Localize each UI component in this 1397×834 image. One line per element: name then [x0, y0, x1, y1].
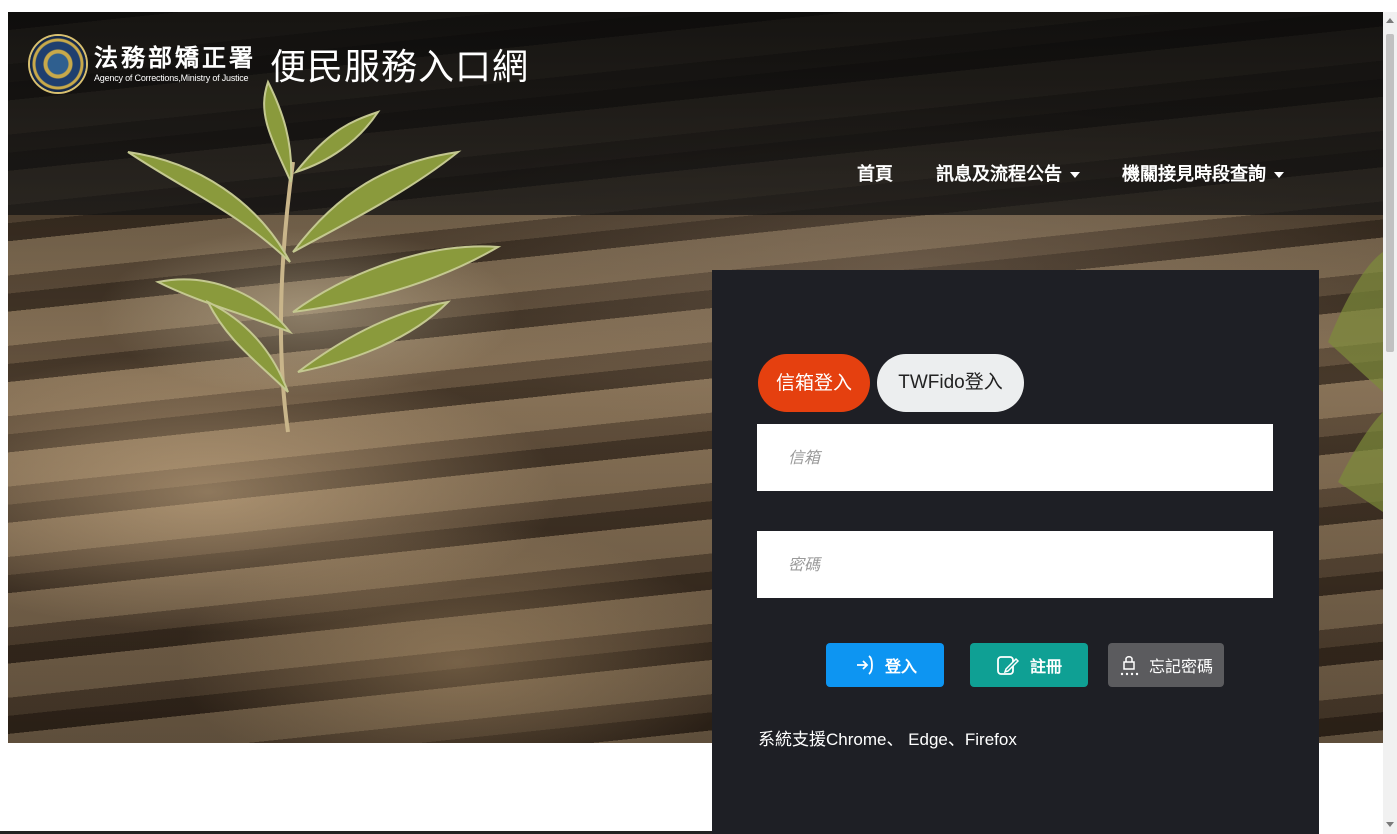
scroll-down-icon[interactable]: [1386, 822, 1394, 827]
portal-title: 便民服務入口網: [270, 47, 530, 88]
scroll-up-icon[interactable]: [1386, 18, 1394, 23]
scroll-thumb[interactable]: [1386, 34, 1394, 352]
forgot-button-label: 忘記密碼: [1148, 657, 1213, 676]
tab-twfido-login[interactable]: TWFido登入: [877, 354, 1024, 412]
nav-item-label: 機關接見時段查詢: [1122, 164, 1266, 185]
login-button-label: 登入: [884, 657, 917, 676]
lock-password-icon: [1120, 656, 1139, 676]
brand[interactable]: 法務部矯正署 Agency of Corrections,Ministry of…: [30, 36, 529, 92]
login-button[interactable]: 登入: [826, 643, 944, 687]
caret-down-icon: [1070, 172, 1080, 178]
tab-email-login[interactable]: 信箱登入: [758, 354, 870, 412]
nav-item-announcements[interactable]: 訊息及流程公告: [936, 160, 1080, 186]
login-arrow-icon: [856, 655, 873, 675]
nav-item-label: 訊息及流程公告: [936, 164, 1062, 185]
nav-item-home[interactable]: 首頁: [857, 160, 893, 186]
email-field[interactable]: [757, 424, 1273, 491]
page-scrollbar[interactable]: [1383, 12, 1397, 834]
password-field[interactable]: [757, 531, 1273, 598]
agency-emblem-icon: [30, 36, 86, 92]
browser-support-text: 系統支援Chrome、 Edge、Firefox: [758, 730, 1017, 749]
forgot-password-button[interactable]: 忘記密碼: [1108, 643, 1224, 687]
login-panel: 信箱登入 TWFido登入 登入 註冊 忘記密碼 系統支援Chrome、 Edg…: [712, 270, 1319, 834]
agency-name-en: Agency of Corrections,Ministry of Justic…: [94, 73, 249, 83]
caret-down-icon: [1274, 172, 1284, 178]
agency-name-zh: 法務部矯正署: [94, 43, 256, 72]
register-button-label: 註冊: [1029, 657, 1062, 676]
register-edit-icon: [997, 656, 1020, 675]
nav-item-visit-times[interactable]: 機關接見時段查詢: [1122, 160, 1284, 186]
register-button[interactable]: 註冊: [970, 643, 1088, 687]
nav-item-label: 首頁: [857, 164, 893, 185]
agency-name: 法務部矯正署 Agency of Corrections,Ministry of…: [94, 44, 256, 84]
